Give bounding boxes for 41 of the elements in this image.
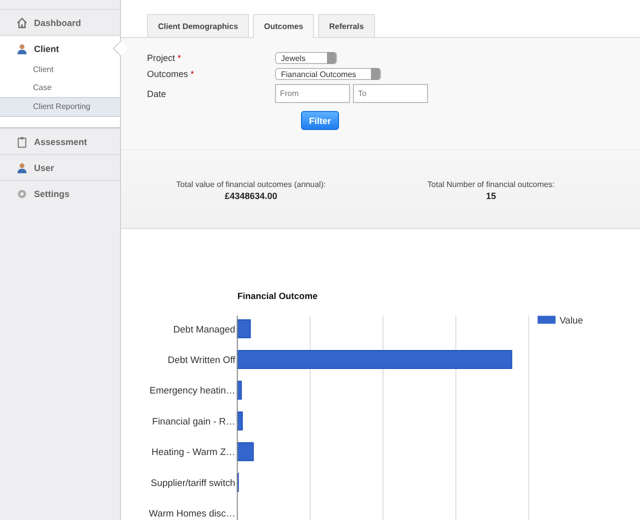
sidebar-subitem[interactable]: Client Reporting: [0, 97, 120, 117]
chart-title: Financial Outcome: [237, 290, 318, 301]
tab[interactable]: Outcomes: [253, 14, 314, 38]
field-label: Project *: [147, 53, 182, 63]
person-icon: [16, 42, 28, 54]
category-label: Debt Written Off: [168, 354, 236, 366]
clipboard-icon: [16, 136, 28, 148]
stat-value: 15: [486, 190, 496, 201]
filter-button[interactable]: Filter: [301, 111, 339, 130]
dropdown[interactable]: Fianancial Outcomes: [275, 68, 381, 80]
person-icon: [16, 162, 28, 174]
category-label: Financial gain - R…: [152, 416, 236, 428]
legend-swatch: [538, 315, 556, 324]
sidebar-item[interactable]: User: [0, 154, 120, 180]
bar: [236, 411, 243, 430]
bar: [236, 442, 254, 461]
category-label: Emergency heatin…: [150, 385, 236, 396]
home-icon: [16, 16, 28, 28]
category-label: Heating - Warm Z…: [152, 446, 236, 458]
sidebar-item[interactable]: Assessment: [0, 128, 120, 154]
input-field[interactable]: From: [275, 84, 350, 103]
field-label: Outcomes *: [147, 69, 196, 79]
field-label: Date: [147, 88, 168, 98]
dropdown[interactable]: Jewels: [275, 52, 337, 64]
stat-label: Total value of financial outcomes (annual):: [176, 180, 326, 189]
sidebar-subitem[interactable]: Client: [0, 61, 120, 79]
tab[interactable]: Client Demographics: [147, 14, 250, 37]
category-label: Supplier/tariff switch: [150, 478, 236, 489]
bar: [236, 318, 251, 338]
bar: [236, 380, 242, 400]
tab[interactable]: Referrals: [318, 14, 375, 37]
stat-value: £4348634.00: [224, 190, 278, 201]
category-label: Debt Managed: [173, 324, 236, 335]
legend-label: Value: [560, 314, 584, 326]
category-label: Warm Homes disc…: [148, 508, 236, 520]
bar: [236, 472, 239, 492]
sidebar-item[interactable]: Settings: [0, 180, 120, 206]
sidebar-subitem[interactable]: Case: [0, 79, 120, 97]
stat-label: Total Number of financial outcomes:: [427, 180, 555, 189]
input-field[interactable]: To: [353, 84, 428, 103]
gear-icon: [16, 188, 28, 200]
